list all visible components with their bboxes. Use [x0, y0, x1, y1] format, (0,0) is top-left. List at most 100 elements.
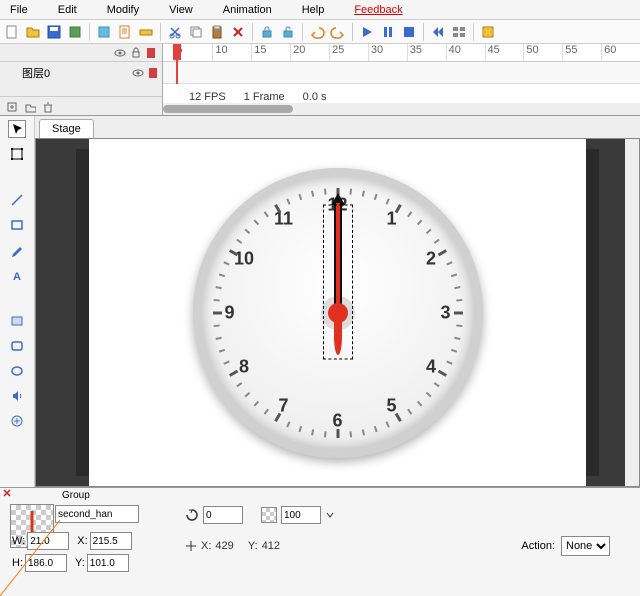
stage-tab[interactable]: Stage — [39, 119, 94, 138]
clock-tick — [213, 298, 219, 301]
clock-tick — [323, 188, 326, 194]
eye-icon[interactable] — [114, 47, 126, 59]
rotation-input[interactable] — [203, 506, 243, 524]
cut-icon[interactable] — [166, 23, 184, 41]
menu-help[interactable]: Help — [302, 4, 325, 16]
delete-icon[interactable] — [229, 23, 247, 41]
close-panel-icon[interactable] — [2, 488, 12, 498]
open-file-icon[interactable] — [24, 23, 42, 41]
x-input[interactable] — [90, 532, 132, 550]
clock-tick — [213, 324, 219, 327]
lock-column-icon[interactable] — [130, 47, 142, 59]
play-icon[interactable] — [358, 23, 376, 41]
add-tool-icon[interactable] — [8, 412, 26, 430]
library-icon[interactable] — [95, 23, 113, 41]
object-name-input[interactable] — [55, 505, 139, 523]
pause-icon[interactable] — [379, 23, 397, 41]
rewind-icon[interactable] — [429, 23, 447, 41]
paste-icon[interactable] — [208, 23, 226, 41]
clock-tick — [361, 190, 364, 196]
group-label: Group — [62, 490, 90, 501]
svg-text:A: A — [13, 271, 21, 282]
clock-tick — [437, 249, 446, 256]
menu-animation[interactable]: Animation — [223, 4, 272, 16]
oval-tool-icon[interactable] — [8, 362, 26, 380]
clock-tick — [454, 286, 460, 289]
rounded-rect-tool-icon[interactable] — [8, 337, 26, 355]
timeline-scrollbar[interactable] — [163, 103, 640, 115]
x-label: X: — [77, 530, 87, 552]
eye-icon[interactable] — [132, 67, 144, 79]
playhead[interactable] — [171, 44, 183, 84]
color-swatch-icon[interactable] — [148, 67, 158, 79]
save-icon[interactable] — [45, 23, 63, 41]
clock-number: 8 — [239, 356, 249, 377]
clock-object[interactable]: 121234567891011 — [193, 168, 483, 458]
width-input[interactable] — [27, 532, 69, 550]
menu-file[interactable]: File — [10, 4, 28, 16]
clock-tick — [215, 286, 221, 289]
clock-tick — [286, 198, 290, 204]
alpha-input[interactable] — [281, 506, 321, 524]
clock-tick — [416, 219, 422, 225]
frame-display: 1 Frame — [244, 91, 285, 103]
clock-tick — [236, 382, 242, 387]
rect-tool-icon[interactable] — [8, 216, 26, 234]
document-icon[interactable] — [116, 23, 134, 41]
cursor-y: 412 — [262, 540, 280, 552]
lock-icon[interactable] — [258, 23, 276, 41]
cursor-x: 429 — [215, 540, 233, 552]
height-input[interactable] — [25, 554, 67, 572]
menu-edit[interactable]: Edit — [58, 4, 77, 16]
trash-icon[interactable] — [42, 101, 54, 113]
pencil-tool-icon[interactable] — [8, 241, 26, 259]
clock-tick — [253, 219, 259, 225]
audio-tool-icon[interactable] — [8, 387, 26, 405]
vertical-scrollbar[interactable] — [625, 139, 639, 486]
add-folder-icon[interactable] — [24, 101, 36, 113]
line-tool-icon[interactable] — [8, 191, 26, 209]
timeline-ruler[interactable]: 51015202530354045505560 — [163, 44, 640, 62]
canvas[interactable]: 121234567891011 — [35, 138, 640, 487]
clock-number: 3 — [440, 302, 450, 323]
second-hand[interactable] — [336, 203, 340, 313]
timeline-panel: 图层0 51015202530354045505560 12 FPS 1 Fra… — [0, 44, 640, 116]
clock-tick — [236, 238, 242, 243]
clock-tick — [456, 324, 462, 327]
clock-number: 2 — [426, 248, 436, 269]
transform-tool-icon[interactable] — [8, 145, 26, 163]
ruler-icon[interactable] — [137, 23, 155, 41]
action-select[interactable]: None — [561, 536, 610, 556]
time-display: 0.0 s — [303, 91, 327, 103]
clock-tick — [298, 425, 302, 431]
cursor-x-label: X: — [201, 540, 211, 552]
stop-icon[interactable] — [400, 23, 418, 41]
new-file-icon[interactable] — [3, 23, 21, 41]
unlock-icon[interactable] — [279, 23, 297, 41]
color-column-icon[interactable] — [146, 47, 156, 59]
layer-row[interactable]: 图层0 — [0, 62, 162, 84]
dropdown-icon[interactable] — [325, 508, 335, 522]
text-tool-icon[interactable]: A — [8, 266, 26, 284]
selection-tool-icon[interactable] — [8, 120, 26, 138]
y-input[interactable] — [87, 554, 129, 572]
menu-feedback[interactable]: Feedback — [354, 4, 402, 16]
alpha-swatch-icon[interactable] — [261, 507, 277, 523]
clock-tick — [407, 211, 412, 217]
menu-view[interactable]: View — [169, 4, 193, 16]
clock-tick — [456, 298, 462, 301]
grid-icon[interactable] — [450, 23, 468, 41]
settings-icon[interactable] — [479, 23, 497, 41]
menu-modify[interactable]: Modify — [107, 4, 139, 16]
copy-icon[interactable] — [187, 23, 205, 41]
clock-tick — [244, 228, 250, 234]
add-layer-icon[interactable] — [6, 101, 18, 113]
clock-number: 6 — [332, 410, 342, 431]
timeline-track[interactable] — [163, 62, 640, 84]
rect-solid-tool-icon[interactable] — [8, 312, 26, 330]
height-label: H: — [12, 552, 23, 574]
undo-icon[interactable] — [308, 23, 326, 41]
clock-tick — [218, 348, 224, 352]
export-icon[interactable] — [66, 23, 84, 41]
redo-icon[interactable] — [329, 23, 347, 41]
